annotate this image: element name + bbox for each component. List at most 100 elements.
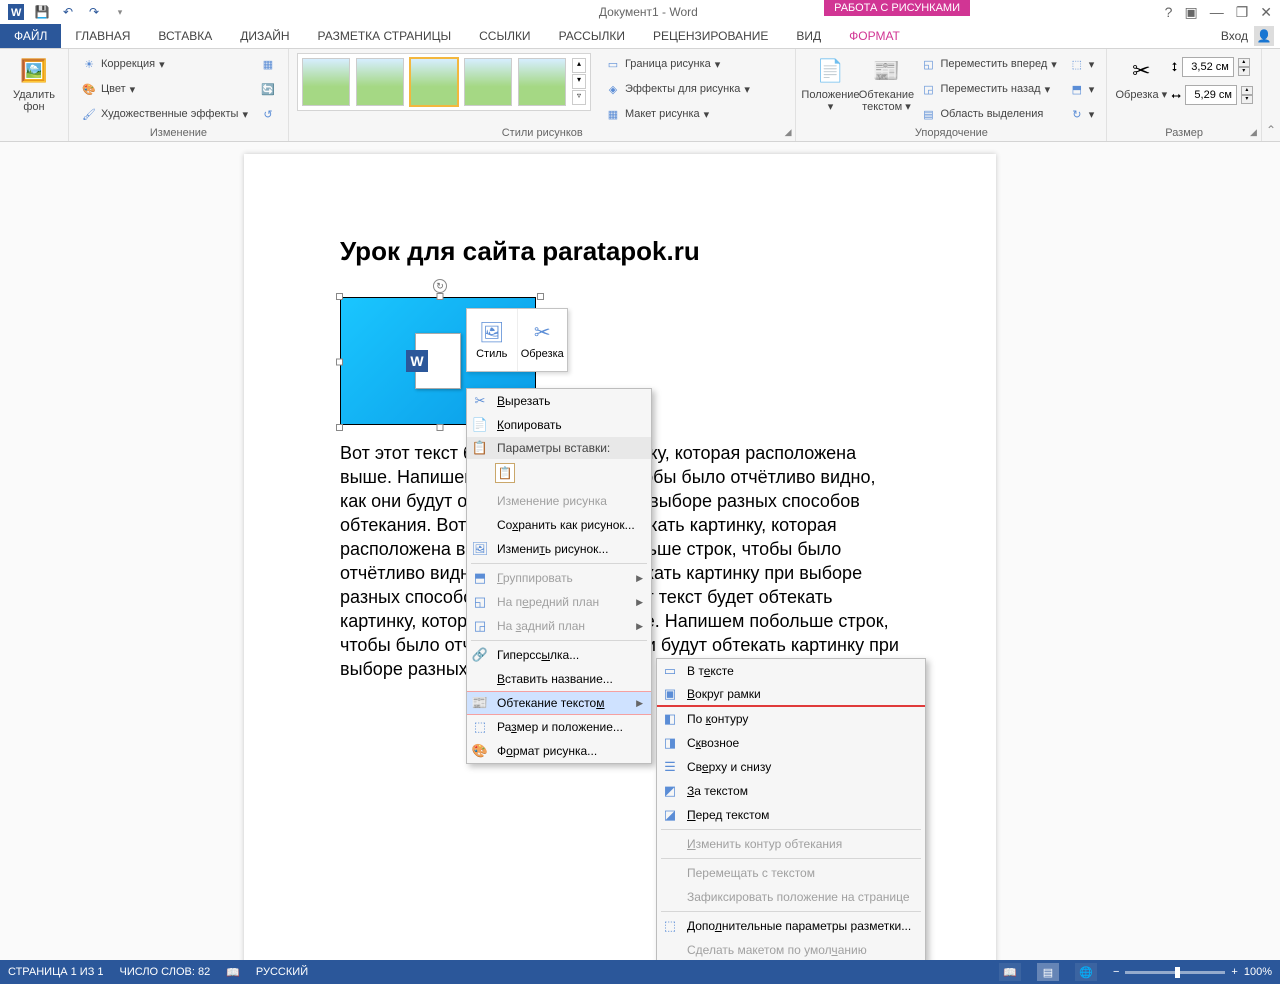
tab-mailings[interactable]: РАССЫЛКИ <box>545 24 639 48</box>
undo-icon[interactable]: ↶ <box>56 1 80 23</box>
view-print-layout[interactable]: ▤ <box>1037 963 1059 981</box>
remove-background-button[interactable]: 🖼️ Удалить фон <box>8 53 60 113</box>
ctx-size-position[interactable]: ⬚Размер и положение... <box>467 715 651 739</box>
zoom-slider[interactable] <box>1125 971 1225 974</box>
style-thumb-2[interactable] <box>356 58 404 106</box>
view-read-mode[interactable]: 📖 <box>999 963 1021 981</box>
picture-effects-button[interactable]: ◈Эффекты для рисунка ▾ <box>601 78 754 100</box>
ctx-cut[interactable]: ✂Вырезать <box>467 389 651 413</box>
handle-bc[interactable] <box>437 424 444 431</box>
view-web-layout[interactable]: 🌐 <box>1075 963 1097 981</box>
tab-file[interactable]: ФАЙЛ <box>0 24 61 48</box>
rotate-button[interactable]: ↻▾ <box>1065 103 1099 125</box>
redo-icon[interactable]: ↷ <box>82 1 106 23</box>
group-button[interactable]: ⬒▾ <box>1065 78 1099 100</box>
artistic-effects-button[interactable]: 🖌Художественные эффекты ▾ <box>77 103 252 125</box>
tab-format[interactable]: ФОРМАТ <box>835 24 914 48</box>
minimize-icon[interactable]: — <box>1210 4 1224 20</box>
size-pos-icon: ⬚ <box>471 719 489 735</box>
width-down[interactable]: ▾ <box>1241 95 1253 104</box>
height-input[interactable] <box>1182 57 1234 77</box>
help-icon[interactable]: ? <box>1165 4 1173 20</box>
position-icon: 📄 <box>814 55 846 87</box>
restore-icon[interactable]: ❐ <box>1236 4 1249 21</box>
reset-pic-button[interactable]: ↺ <box>256 103 280 125</box>
picture-border-button[interactable]: ▭Граница рисунка ▾ <box>601 53 754 75</box>
color-button[interactable]: 🎨Цвет ▾ <box>77 78 252 100</box>
tab-design[interactable]: ДИЗАЙН <box>226 24 303 48</box>
close-icon[interactable]: ✕ <box>1260 4 1272 21</box>
tab-home[interactable]: ГЛАВНАЯ <box>61 24 144 48</box>
status-page[interactable]: СТРАНИЦА 1 ИЗ 1 <box>8 966 104 978</box>
height-up[interactable]: ▴ <box>1238 58 1250 67</box>
ctx-save-as-picture[interactable]: Сохранить как рисунок... <box>467 513 651 537</box>
align-button[interactable]: ⬚▾ <box>1065 53 1099 75</box>
tab-insert[interactable]: ВСТАВКА <box>144 24 226 48</box>
status-words[interactable]: ЧИСЛО СЛОВ: 82 <box>120 966 211 978</box>
wrap-in-front[interactable]: ◪Перед текстом <box>657 803 925 827</box>
styles-launcher-icon[interactable]: ◢ <box>785 127 792 138</box>
wrap-through-icon: ◨ <box>661 735 679 751</box>
wrap-behind[interactable]: ◩За текстом <box>657 779 925 803</box>
ctx-insert-caption[interactable]: Вставить название... <box>467 667 651 691</box>
width-up[interactable]: ▴ <box>1241 86 1253 95</box>
collapse-ribbon[interactable]: ⌃ <box>1262 49 1280 141</box>
wrap-top-bottom[interactable]: ☰Сверху и снизу <box>657 755 925 779</box>
zoom-in[interactable]: + <box>1231 966 1237 978</box>
status-language[interactable]: РУССКИЙ <box>256 966 308 978</box>
wrap-tight[interactable]: ◧По контуру <box>657 707 925 731</box>
wrap-more-layout-options[interactable]: ⬚Дополнительные параметры разметки... <box>657 914 925 938</box>
paste-keep-formatting[interactable]: 📋 <box>495 463 515 483</box>
tab-review[interactable]: РЕЦЕНЗИРОВАНИЕ <box>639 24 782 48</box>
send-backward-button[interactable]: ◲Переместить назад ▾ <box>916 78 1060 100</box>
zoom-out[interactable]: − <box>1113 966 1119 978</box>
ctx-copy[interactable]: 📄Копировать <box>467 413 651 437</box>
ctx-wrap-text[interactable]: 📰Обтекание текстом▶ <box>467 691 651 715</box>
tab-view[interactable]: ВИД <box>782 24 835 48</box>
change-pic-button[interactable]: 🔄 <box>256 78 280 100</box>
crop-button[interactable]: ✂ Обрезка ▾ <box>1115 53 1167 101</box>
handle-tl[interactable] <box>336 293 343 300</box>
style-thumb-4[interactable] <box>464 58 512 106</box>
size-launcher-icon[interactable]: ◢ <box>1250 127 1257 138</box>
corrections-button[interactable]: ☀Коррекция ▾ <box>77 53 252 75</box>
status-proofing-icon[interactable]: 📖 <box>226 966 240 979</box>
styles-gallery[interactable]: ▴ ▾ ▿ <box>297 53 591 111</box>
zoom-value[interactable]: 100% <box>1244 966 1272 978</box>
wrap-text-button[interactable]: 📰 Обтекание текстом ▾ <box>860 53 912 113</box>
mini-crop-button[interactable]: ✂ Обрезка <box>517 309 568 371</box>
ctx-hyperlink[interactable]: 🔗Гиперссылка... <box>467 643 651 667</box>
wrap-more-icon: ⬚ <box>661 918 679 934</box>
position-button[interactable]: 📄 Положение ▾ <box>804 53 856 113</box>
handle-tr[interactable] <box>537 293 544 300</box>
selection-pane-button[interactable]: ▤Область выделения <box>916 103 1060 125</box>
sign-in[interactable]: Вход 👤 <box>1221 24 1280 48</box>
compress-pic-button[interactable]: ▦ <box>256 53 280 75</box>
bring-forward-button[interactable]: ◱Переместить вперед ▾ <box>916 53 1060 75</box>
rotate-handle[interactable]: ↻ <box>433 279 447 293</box>
tab-page-layout[interactable]: РАЗМЕТКА СТРАНИЦЫ <box>304 24 466 48</box>
ctx-change-picture[interactable]: 🖼Изменить рисунок... <box>467 537 651 561</box>
wrap-square[interactable]: ▣Вокруг рамки <box>657 683 925 707</box>
style-thumb-5[interactable] <box>518 58 566 106</box>
ctx-format-picture[interactable]: 🎨Формат рисунка... <box>467 739 651 763</box>
style-thumb-1[interactable] <box>302 58 350 106</box>
ribbon-display-icon[interactable]: ▣ <box>1184 4 1197 21</box>
tab-references[interactable]: ССЫЛКИ <box>465 24 544 48</box>
qat-more-icon[interactable]: ▾ <box>108 1 132 23</box>
svg-text:W: W <box>11 7 22 19</box>
mini-style-button[interactable]: 🖼 Стиль <box>467 309 517 371</box>
wrap-inline[interactable]: ▭В тексте <box>657 659 925 683</box>
picture-layout-button[interactable]: ▦Макет рисунка ▾ <box>601 103 754 125</box>
save-icon[interactable]: 💾 <box>30 1 54 23</box>
handle-bl[interactable] <box>336 424 343 431</box>
group-ctx-icon: ⬒ <box>471 570 489 586</box>
handle-ml[interactable] <box>336 359 343 366</box>
wrap-through[interactable]: ◨Сквозное <box>657 731 925 755</box>
style-thumb-3[interactable] <box>410 58 458 106</box>
handle-tc[interactable] <box>437 293 444 300</box>
color-icon: 🎨 <box>81 81 97 97</box>
width-input[interactable] <box>1185 85 1237 105</box>
height-down[interactable]: ▾ <box>1238 67 1250 76</box>
group-picture-styles: ▴ ▾ ▿ ▭Граница рисунка ▾ ◈Эффекты для ри… <box>289 49 797 141</box>
